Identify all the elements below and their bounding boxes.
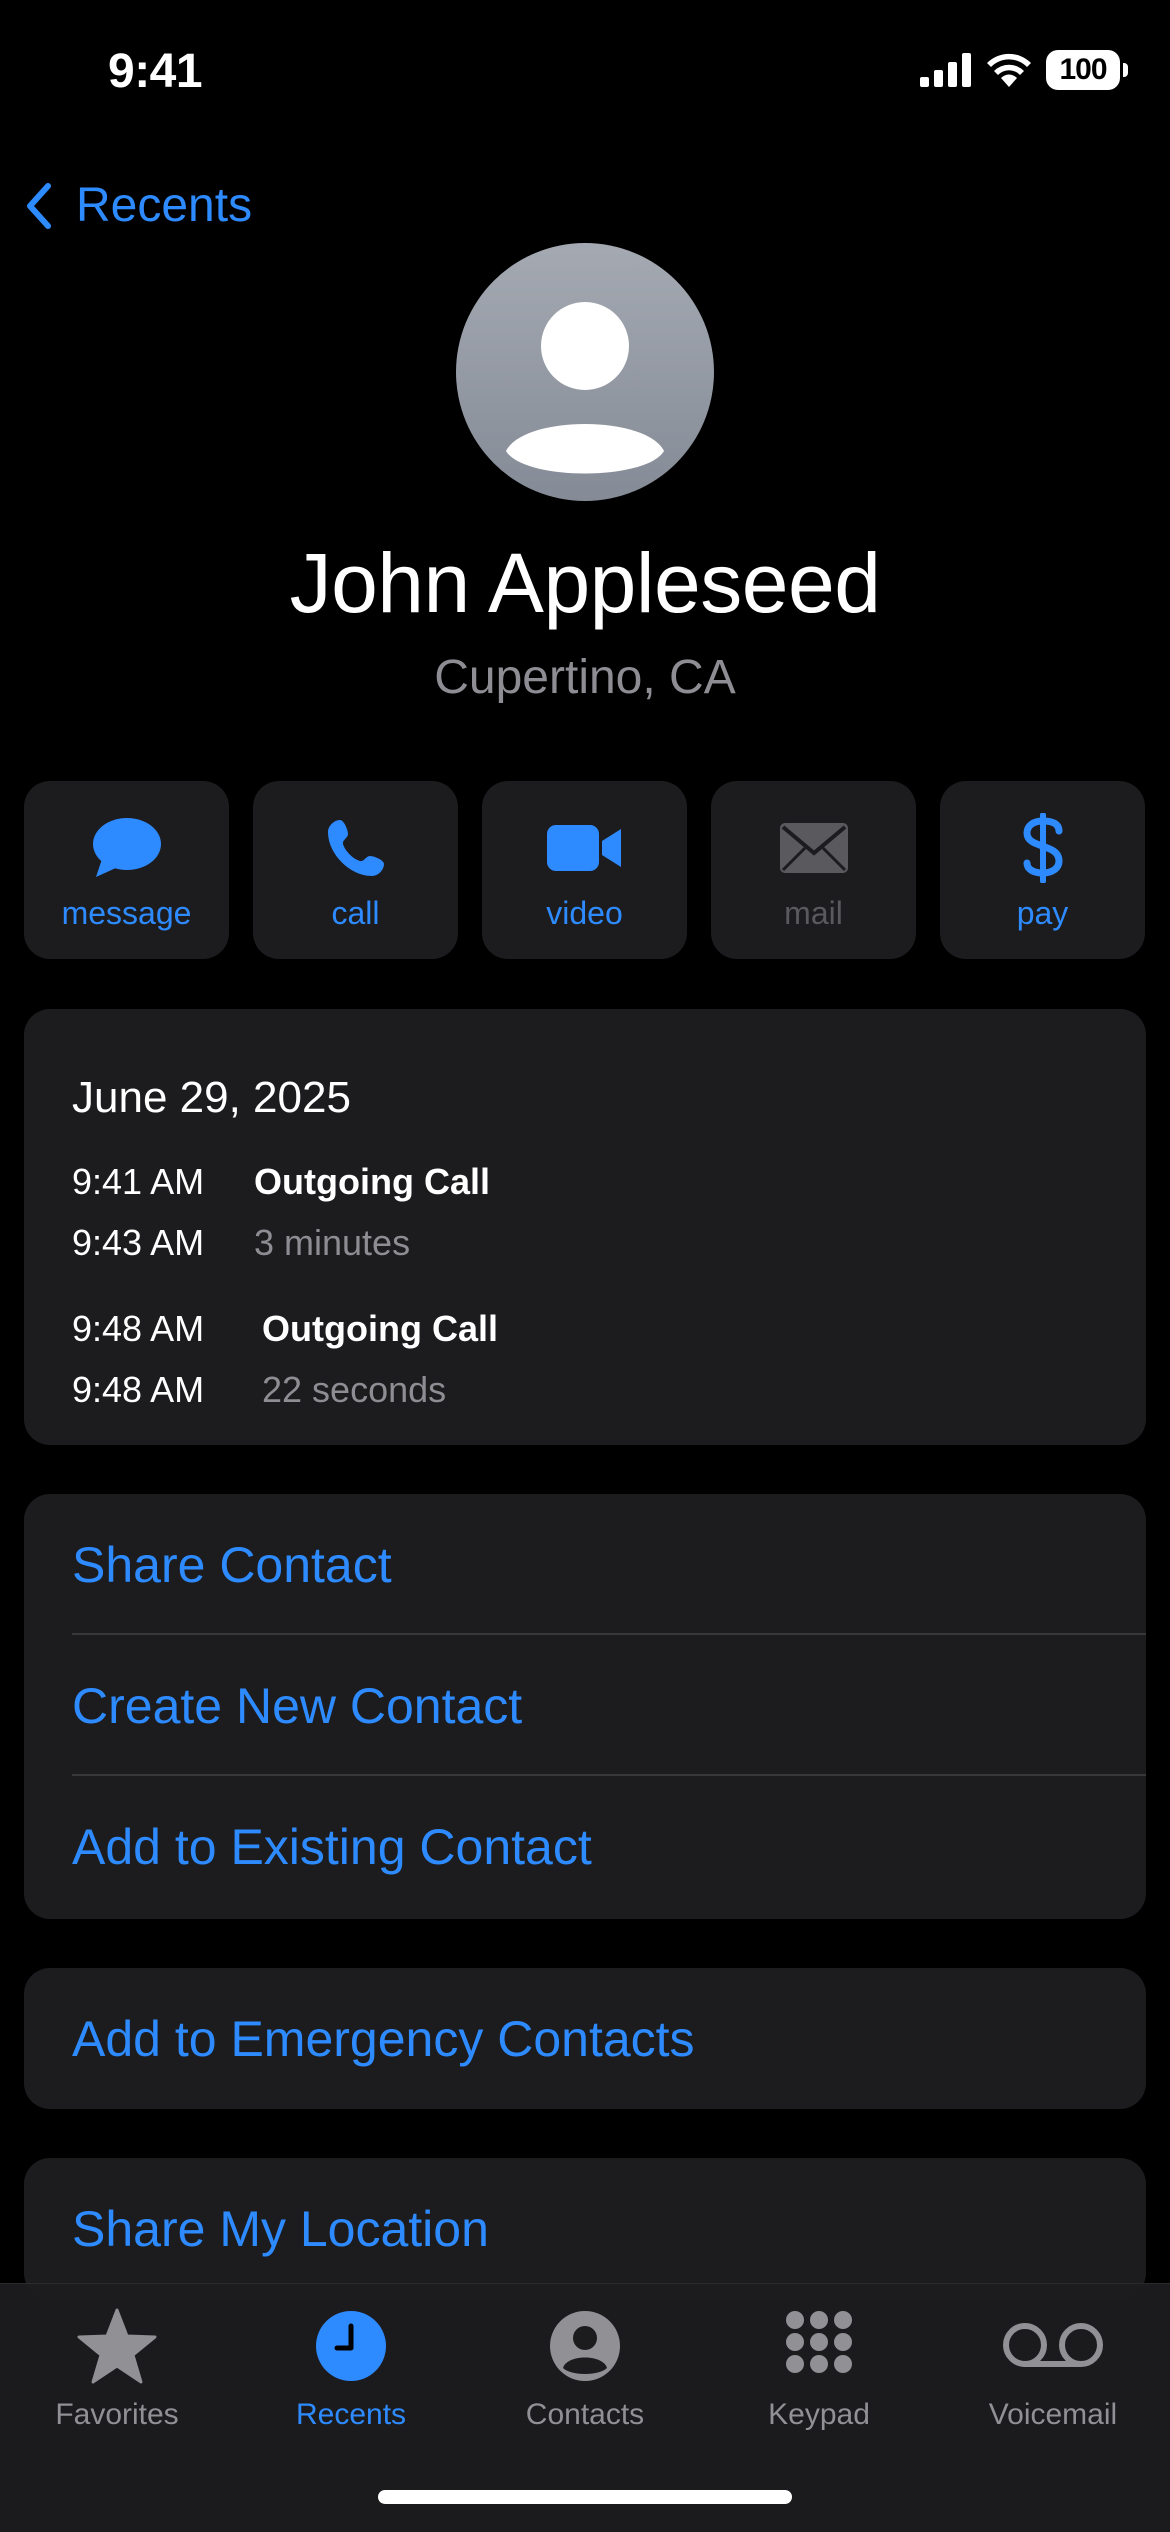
- dollar-icon: [1022, 813, 1063, 883]
- tab-favorites[interactable]: Favorites: [0, 2302, 234, 2432]
- call-button[interactable]: call: [253, 781, 458, 959]
- call-type: Outgoing Call: [262, 1308, 498, 1349]
- chevron-left-icon: [27, 182, 51, 229]
- person-silhouette-icon: [506, 302, 664, 474]
- contact-detail-screen: 9:41 100 Recents John Appleseed Cupertin: [0, 0, 1170, 2532]
- battery-level: 100: [1059, 53, 1107, 86]
- call-label: call: [331, 895, 380, 931]
- call-history-date: June 29, 2025: [72, 1073, 351, 1122]
- call-history-card: June 29, 2025 9:41 AM Outgoing Call 9:43…: [24, 1009, 1146, 1445]
- tab-keypad[interactable]: Keypad: [702, 2302, 936, 2432]
- call-start-time: 9:48 AM: [72, 1308, 205, 1349]
- status-time: 9:41: [108, 45, 203, 98]
- location-card: Share My Location: [24, 2158, 1146, 2299]
- share-my-location-button[interactable]: Share My Location: [24, 2158, 1146, 2299]
- call-type: Outgoing Call: [254, 1161, 490, 1202]
- tab-voicemail[interactable]: Voicemail: [936, 2302, 1170, 2432]
- call-entry-start: 9:48 AM Outgoing Call: [72, 1308, 498, 1350]
- add-to-existing-contact-button[interactable]: Add to Existing Contact: [24, 1776, 1146, 1917]
- video-label: video: [546, 895, 623, 931]
- contact-options-card: Share Contact Create New Contact Add to …: [24, 1494, 1146, 1919]
- battery-indicator: 100: [1046, 50, 1128, 90]
- video-button[interactable]: video: [482, 781, 687, 959]
- wifi-icon: [987, 53, 1031, 87]
- star-icon: [77, 2308, 157, 2384]
- keypad-icon: [786, 2311, 852, 2373]
- call-entry-end: 9:48 AM 22 seconds: [72, 1369, 446, 1411]
- message-bubble-icon: [92, 818, 161, 877]
- status-icons: 100: [920, 50, 1128, 90]
- call-duration: 3 minutes: [254, 1222, 411, 1263]
- emergency-card: Add to Emergency Contacts: [24, 1968, 1146, 2109]
- tab-label: Voicemail: [988, 2398, 1118, 2431]
- call-end-time: 9:48 AM: [72, 1369, 205, 1410]
- tab-recents[interactable]: Recents: [234, 2302, 468, 2432]
- clock-icon: [316, 2311, 386, 2381]
- cellular-signal-icon: [920, 53, 971, 87]
- phone-icon: [327, 820, 384, 876]
- envelope-icon: [779, 823, 848, 873]
- pay-button[interactable]: pay: [940, 781, 1145, 959]
- call-entry-end: 9:43 AM 3 minutes: [72, 1222, 410, 1264]
- contact-name: John Appleseed: [289, 536, 881, 630]
- voicemail-icon: [1003, 2323, 1103, 2367]
- avatar: [456, 243, 714, 501]
- contact-location: Cupertino, CA: [434, 651, 736, 704]
- mail-button[interactable]: mail: [711, 781, 916, 959]
- add-to-emergency-contacts-button[interactable]: Add to Emergency Contacts: [24, 1968, 1146, 2109]
- call-entry-start: 9:41 AM Outgoing Call: [72, 1161, 490, 1203]
- call-duration: 22 seconds: [262, 1369, 447, 1410]
- create-new-contact-button[interactable]: Create New Contact: [24, 1635, 1146, 1776]
- mail-label: mail: [784, 895, 843, 931]
- pay-label: pay: [1016, 895, 1069, 931]
- tab-label: Favorites: [55, 2398, 179, 2431]
- tab-label: Keypad: [768, 2398, 870, 2431]
- home-indicator: [378, 2490, 792, 2504]
- tab-label: Contacts: [525, 2398, 645, 2431]
- message-label: message: [61, 895, 192, 931]
- back-label: Recents: [76, 179, 253, 232]
- call-end-time: 9:43 AM: [72, 1222, 205, 1263]
- action-buttons: message call video mail pay: [24, 781, 1146, 959]
- back-button[interactable]: Recents: [26, 178, 252, 233]
- video-camera-icon: [546, 825, 621, 871]
- call-start-time: 9:41 AM: [72, 1161, 205, 1202]
- message-button[interactable]: message: [24, 781, 229, 959]
- share-contact-button[interactable]: Share Contact: [24, 1494, 1146, 1635]
- person-circle-icon: [550, 2311, 620, 2381]
- tab-label: Recents: [295, 2398, 407, 2431]
- tab-contacts[interactable]: Contacts: [468, 2302, 702, 2432]
